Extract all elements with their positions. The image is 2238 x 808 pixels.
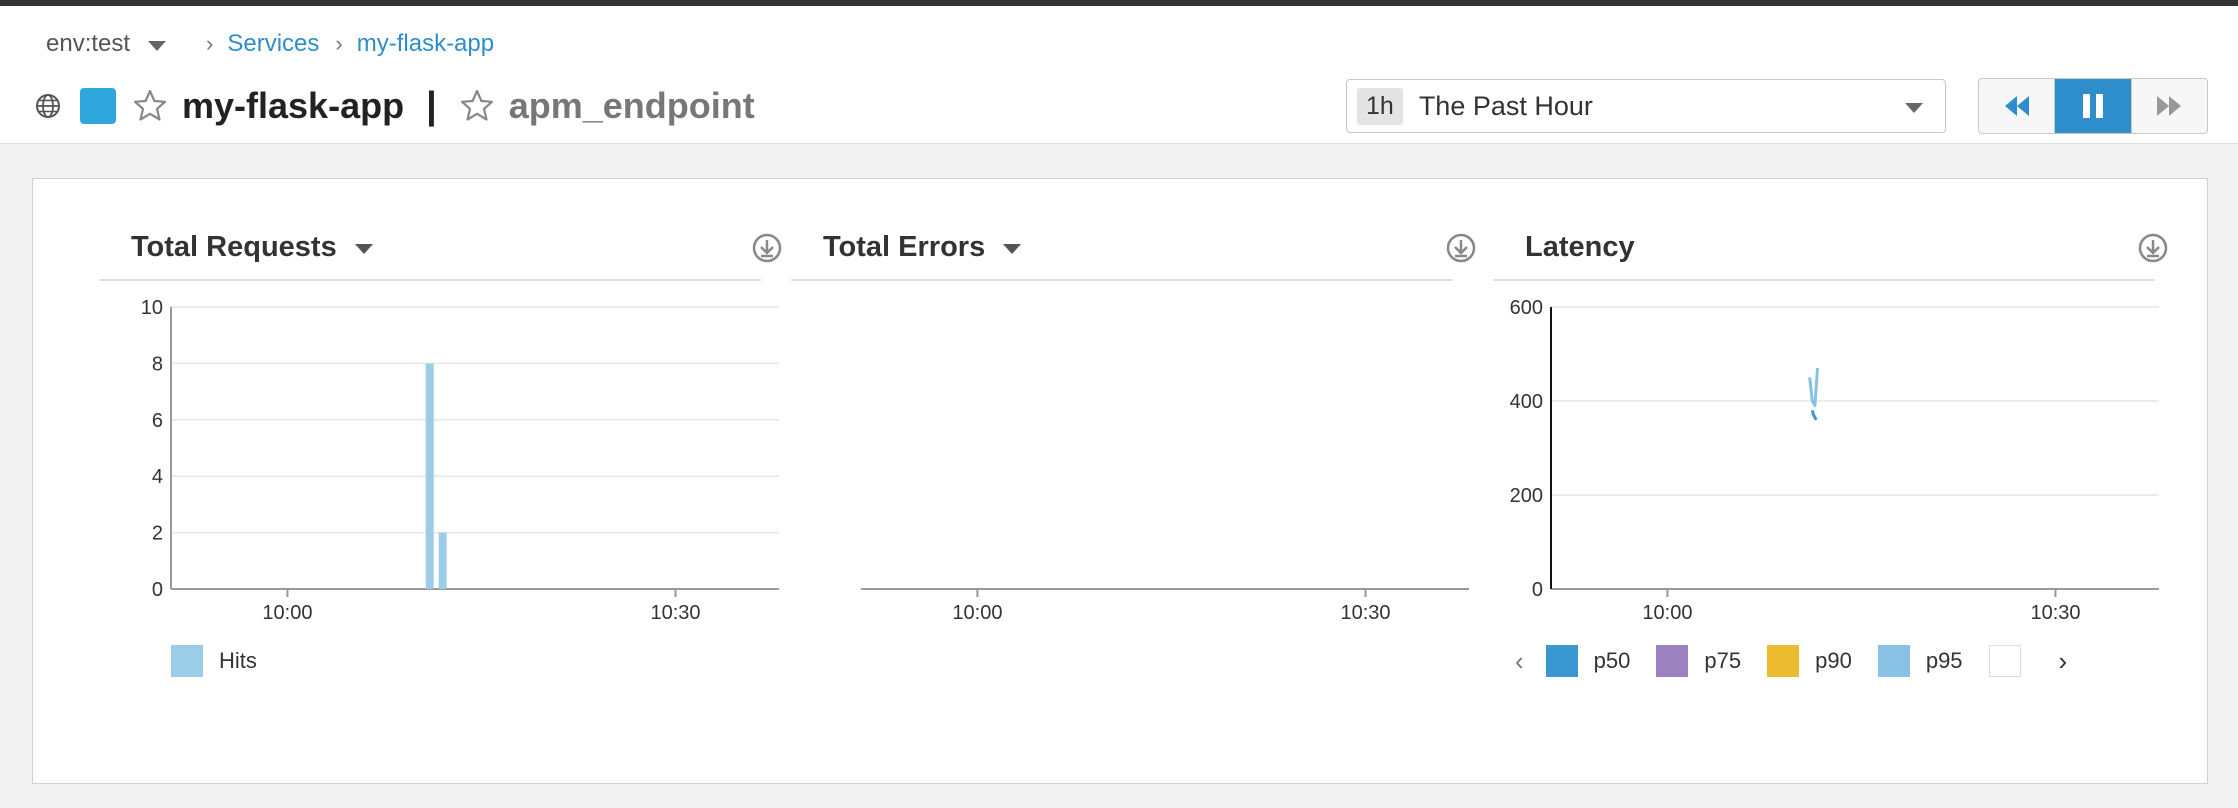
y-tick-label: 0 xyxy=(152,579,163,601)
widget-divider xyxy=(791,279,1453,281)
widget-title[interactable]: Total Errors xyxy=(823,227,1022,267)
latency-chart: 0 200 400 600 10:00 10:30 xyxy=(1510,297,2159,624)
x-tick-label: 10:00 xyxy=(262,602,312,624)
pause-icon xyxy=(2082,94,2103,118)
y-tick-label: 4 xyxy=(152,466,163,488)
favorite-star-icon[interactable] xyxy=(459,88,495,124)
errors-chart: 10:00 10:30 xyxy=(861,588,1469,624)
widget-divider xyxy=(1493,279,2155,281)
legend-swatch-p75 xyxy=(1656,645,1689,677)
time-range-selector[interactable]: 1h The Past Hour xyxy=(1346,79,1946,133)
service-color-swatch xyxy=(80,88,116,124)
time-range-label: The Past Hour xyxy=(1418,90,1593,121)
favorite-star-icon[interactable] xyxy=(132,88,168,124)
breadcrumb-services-link[interactable]: Services xyxy=(227,30,319,58)
legend-next-arrow[interactable]: › xyxy=(2059,646,2068,677)
legend-label-hits: Hits xyxy=(219,648,257,673)
resource-title: apm_endpoint xyxy=(508,85,755,126)
download-icon[interactable] xyxy=(751,232,783,264)
y-tick-label: 6 xyxy=(152,410,163,432)
widget-divider xyxy=(99,279,761,281)
widget-title-text: Total Errors xyxy=(823,230,986,263)
y-tick-label: 400 xyxy=(1510,391,1543,413)
y-tick-label: 10 xyxy=(141,297,163,319)
y-tick-label: 2 xyxy=(152,523,163,545)
y-tick-label: 8 xyxy=(152,353,163,375)
y-tick-label: 600 xyxy=(1510,297,1543,319)
dashboard-panel: Total Requests 0 2 4 6 8 10 10:00 10:30 Hits To… xyxy=(32,178,2208,784)
legend-label-p75: p75 xyxy=(1704,648,1742,673)
chevron-right-icon: › xyxy=(206,31,214,56)
widget-title-text: Total Requests xyxy=(131,230,337,263)
globe-icon xyxy=(36,94,60,118)
chart-legend: Hits xyxy=(171,645,257,677)
legend-swatch-p95 xyxy=(1877,645,1910,677)
legend-label-p90: p90 xyxy=(1815,648,1852,673)
widget-title: Latency xyxy=(1525,227,1635,267)
page-header: env:test › Services › my-flask-app my-fl… xyxy=(0,6,2238,144)
env-label: env:test xyxy=(46,30,131,57)
legend-swatch-hits xyxy=(171,645,203,677)
legend-label-p50: p50 xyxy=(1593,648,1631,673)
rewind-button[interactable] xyxy=(1979,79,2054,133)
legend-swatch-hidden xyxy=(1988,645,2021,677)
breadcrumb-service-link[interactable]: my-flask-app xyxy=(357,30,494,58)
service-title: my-flask-app xyxy=(182,85,405,126)
requests-chart: 0 2 4 6 8 10 10:00 10:30 xyxy=(141,297,779,624)
chevron-down-icon xyxy=(1003,244,1022,254)
env-selector[interactable]: env:test xyxy=(46,30,167,58)
widget-title-text: Latency xyxy=(1525,230,1635,263)
legend-prev-arrow[interactable]: ‹ xyxy=(1515,646,1524,677)
widget-title[interactable]: Total Requests xyxy=(131,227,373,267)
breadcrumb: env:test › Services › my-flask-app xyxy=(46,24,494,64)
pause-button[interactable] xyxy=(2054,79,2131,133)
bar xyxy=(425,363,434,589)
series-line-p95 xyxy=(1808,367,1819,408)
series-line-p50 xyxy=(1810,410,1818,421)
fast-forward-button[interactable] xyxy=(2130,79,2207,133)
chevron-down-icon xyxy=(354,244,373,254)
chevron-down-icon xyxy=(148,40,167,51)
download-icon[interactable] xyxy=(1445,232,1477,264)
legend-swatch-p90 xyxy=(1767,645,1800,677)
time-range-badge: 1h xyxy=(1357,87,1403,125)
legend-label-p95: p95 xyxy=(1925,648,1963,673)
download-icon[interactable] xyxy=(2137,232,2169,264)
bar xyxy=(438,532,447,589)
title-row: my-flask-app | apm_endpoint xyxy=(34,78,755,134)
playback-controls xyxy=(1978,78,2208,134)
chevron-down-icon xyxy=(1905,103,1923,113)
y-tick-label: 200 xyxy=(1510,485,1543,507)
y-tick-label: 0 xyxy=(1532,579,1543,601)
title-separator: | xyxy=(426,84,437,127)
rewind-icon xyxy=(2004,96,2029,116)
chart-legend: ‹ p50 p75 p90 p95 › xyxy=(1515,645,2067,677)
legend-swatch-p50 xyxy=(1545,645,1578,677)
x-tick-label: 10:30 xyxy=(2030,602,2080,624)
x-tick-label: 10:00 xyxy=(1642,602,1692,624)
chevron-right-icon: › xyxy=(335,31,343,56)
fast-forward-icon xyxy=(2157,96,2182,116)
x-tick-label: 10:30 xyxy=(650,602,700,624)
x-tick-label: 10:30 xyxy=(1340,602,1390,624)
x-tick-label: 10:00 xyxy=(952,602,1002,624)
